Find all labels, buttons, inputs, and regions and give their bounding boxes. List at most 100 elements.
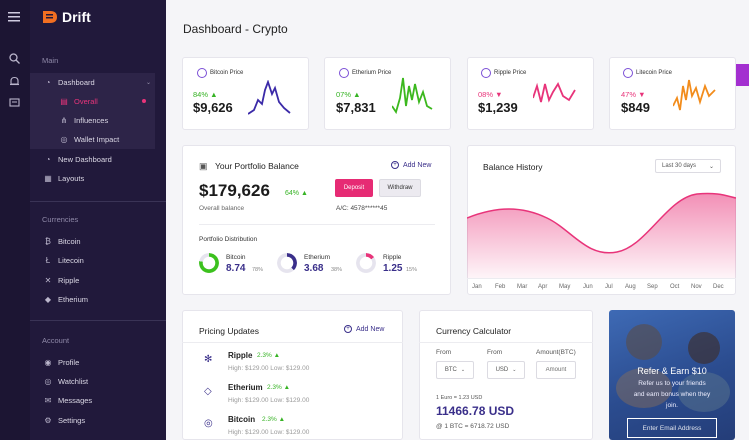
range-select[interactable]: Last 30 days ⌄ xyxy=(655,159,721,173)
month-label: Dec xyxy=(713,284,724,290)
nav-litecoin[interactable]: Ł Litecoin xyxy=(42,251,162,269)
sparkline-litecoin xyxy=(673,79,716,111)
menu-icon[interactable] xyxy=(8,12,20,22)
price-title: Etherium Price xyxy=(352,70,392,76)
distribution-title: Portfolio Distribution xyxy=(199,236,258,243)
pricing-title: Pricing Updates xyxy=(199,326,260,336)
price-change: 84% ▲ xyxy=(193,90,218,99)
balance-label: Overall balance xyxy=(199,205,245,212)
month-label: Aug xyxy=(625,284,636,290)
bitcoin-icon xyxy=(197,68,207,78)
price-change: 47% ▼ xyxy=(621,90,646,99)
to-currency-select[interactable]: USD ⌄ xyxy=(487,361,525,379)
chevron-down-icon: ⌄ xyxy=(708,163,714,170)
pricing-name: Bitcoin xyxy=(228,415,256,424)
amount-input[interactable] xyxy=(536,361,576,379)
nav-profile[interactable]: ◉ Profile xyxy=(42,353,162,371)
bitcoin-icon: ◎ xyxy=(204,418,213,429)
app-name: Drift xyxy=(62,9,91,25)
nav-dashboard[interactable]: ◔ Dashboard ⌄ xyxy=(42,73,162,91)
section-main: Main xyxy=(42,56,59,65)
ripple-distribution-ring xyxy=(356,253,376,273)
nav-ripple[interactable]: ✕ Ripple xyxy=(42,271,162,289)
nav-new-dashboard[interactable]: ◔ New Dashboard xyxy=(42,150,162,168)
nav-settings[interactable]: ⚙ Settings xyxy=(42,411,162,429)
from-label: From xyxy=(436,349,452,356)
price-value: $1,239 xyxy=(478,100,518,115)
chevron-down-icon: ⌄ xyxy=(146,79,152,86)
bell-icon[interactable] xyxy=(9,76,20,87)
nav-wallet-impact[interactable]: ◎ Wallet Impact xyxy=(58,130,154,148)
refer-text-2: and earn bonus when they xyxy=(633,391,711,398)
refer-email-input[interactable] xyxy=(627,418,717,438)
chevron-down-icon: ⌄ xyxy=(460,367,466,373)
pricing-name: Ripple xyxy=(228,351,253,360)
withdraw-button[interactable]: Withdraw xyxy=(379,179,421,197)
price-value: $9,626 xyxy=(193,100,233,115)
target-icon: ◎ xyxy=(60,134,68,144)
chevron-down-icon: ⌄ xyxy=(512,367,517,373)
portfolio-add-new-button[interactable]: + Add New xyxy=(391,161,431,169)
pricing-add-new-button[interactable]: + Add New xyxy=(344,325,384,333)
month-label: Nov xyxy=(691,284,702,290)
chat-icon[interactable] xyxy=(9,98,20,109)
distribution-name: Etherium xyxy=(304,254,331,261)
calculator-title: Currency Calculator xyxy=(436,326,512,336)
gear-icon: ⚙ xyxy=(44,415,52,425)
ripple-icon xyxy=(481,68,491,78)
portfolio-change: 64% ▲ xyxy=(285,190,308,197)
bitcoin-icon: ₿ xyxy=(45,236,51,246)
portfolio-title: Your Portfolio Balance xyxy=(215,161,299,171)
refer-text-3: join. xyxy=(666,402,678,409)
balance-history-chart xyxy=(467,192,736,278)
nav-layouts[interactable]: ▦ Layouts xyxy=(42,169,162,187)
share-icon: ⋔ xyxy=(60,115,68,125)
nav-messages[interactable]: ✉ Messages xyxy=(42,391,162,409)
ripple-icon: ✕ xyxy=(44,275,52,285)
distribution-name: Bitcoin xyxy=(226,254,246,261)
section-account: Account xyxy=(42,336,70,345)
etherium-distribution-ring xyxy=(277,253,297,273)
month-label: Jul xyxy=(605,284,613,290)
speedometer-icon: ◔ xyxy=(45,154,51,164)
month-label: Sep xyxy=(647,284,658,290)
balance-history-title: Balance History xyxy=(483,162,543,172)
amount-label: Amount(BTC) xyxy=(536,349,576,356)
btc-rate: @ 1 BTC = 6718.72 USD xyxy=(436,423,510,430)
sparkline-ripple xyxy=(533,82,576,103)
deposit-button[interactable]: Deposit xyxy=(335,179,373,197)
to-label: From xyxy=(487,349,503,356)
distribution-pct: 38% xyxy=(331,267,343,273)
wallet-icon: ▣ xyxy=(199,161,208,171)
month-label: Jan xyxy=(472,284,482,290)
nav-influences[interactable]: ⋔ Influences xyxy=(58,111,154,129)
month-label: Oct xyxy=(670,284,680,290)
nav-bitcoin[interactable]: ₿ Bitcoin xyxy=(42,232,162,250)
nav-watchlist[interactable]: ◎ Watchlist xyxy=(42,372,162,390)
eye-icon: ◎ xyxy=(44,376,52,386)
conversion-result: 11466.78 USD xyxy=(436,404,515,418)
litecoin-icon xyxy=(623,68,633,78)
user-icon: ◉ xyxy=(44,357,52,367)
plus-icon: + xyxy=(391,161,399,169)
month-label: Mar xyxy=(517,284,528,290)
price-value: $7,831 xyxy=(336,100,376,115)
divider xyxy=(199,224,435,225)
ethereum-icon: ◆ xyxy=(44,294,52,304)
bitcoin-distribution-ring xyxy=(199,253,219,273)
pricing-hilo: High: $129.00 Low: $129.00 xyxy=(228,397,310,404)
distribution-name: Ripple xyxy=(383,254,402,261)
distribution-pct: 15% xyxy=(406,267,418,273)
divider xyxy=(182,342,403,343)
nav-etherium[interactable]: ◆ Etherium xyxy=(42,290,162,308)
from-currency-select[interactable]: BTC ⌄ xyxy=(436,361,474,379)
search-icon[interactable] xyxy=(9,53,20,64)
message-icon: ✉ xyxy=(44,395,52,405)
plus-icon: + xyxy=(344,325,352,333)
month-label: Feb xyxy=(495,284,506,290)
portfolio-balance: $179,626 xyxy=(199,181,270,200)
refer-text-1: Refer us to your friends xyxy=(638,380,706,387)
price-change: 08% ▼ xyxy=(478,90,503,99)
pricing-change: 2.3% ▲ xyxy=(267,384,291,391)
nav-overall[interactable]: ▤ Overall xyxy=(58,92,154,110)
